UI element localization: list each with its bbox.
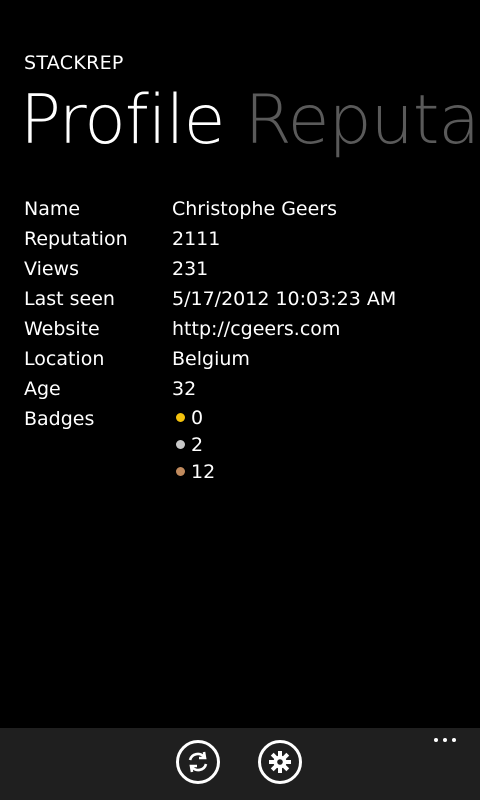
row-label: Views [24,258,79,280]
row-label: Reputation [24,228,128,250]
row-value: 2111 [172,228,221,250]
row-label: Location [24,348,105,370]
badge-silver: 2 [176,431,215,458]
app-title: STACKREP [24,52,124,74]
row-label: Name [24,198,81,220]
pivot-item-profile[interactable]: Profile [20,81,225,160]
row-value: 32 [172,378,197,400]
profile-row-views: Views 231 [24,254,480,284]
badge-count: 12 [191,460,216,483]
pivot-item-reputation[interactable]: Reputat [244,81,480,160]
bronze-badge-icon [176,467,185,476]
row-label: Last seen [24,288,115,310]
profile-row-age: Age 32 [24,374,480,404]
profile-row-location: Location Belgium [24,344,480,374]
profile-row-website: Website http://cgeers.com [24,314,480,344]
silver-badge-icon [176,440,185,449]
pivot-header: Profile Reputat [20,80,480,162]
row-value: 231 [172,258,209,280]
row-value: 5/17/2012 10:03:23 AM [172,288,397,310]
profile-row-reputation: Reputation 2111 [24,224,480,254]
refresh-button[interactable] [176,740,220,784]
app-bar [0,728,480,800]
website-link[interactable]: http://cgeers.com [172,318,480,340]
badge-gold: 0 [176,404,215,431]
badge-list: 0 2 12 [176,404,215,485]
settings-button[interactable] [258,740,302,784]
profile-row-badges: Badges [24,404,480,434]
profile-row-name: Name Christophe Geers [24,194,480,224]
row-label: Website [24,318,100,340]
profile-details: Name Christophe Geers Reputation 2111 Vi… [24,194,480,434]
gear-icon [269,751,291,773]
refresh-icon [188,751,208,773]
row-value: Christophe Geers [172,198,338,220]
profile-row-last-seen: Last seen 5/17/2012 10:03:23 AM [24,284,480,314]
more-icon[interactable] [434,738,456,742]
badge-count: 2 [191,433,204,456]
row-label: Age [24,378,61,400]
badge-bronze: 12 [176,458,215,485]
badge-count: 0 [191,406,204,429]
gold-badge-icon [176,413,185,422]
row-label: Badges [24,408,95,430]
row-value: Belgium [172,348,250,370]
